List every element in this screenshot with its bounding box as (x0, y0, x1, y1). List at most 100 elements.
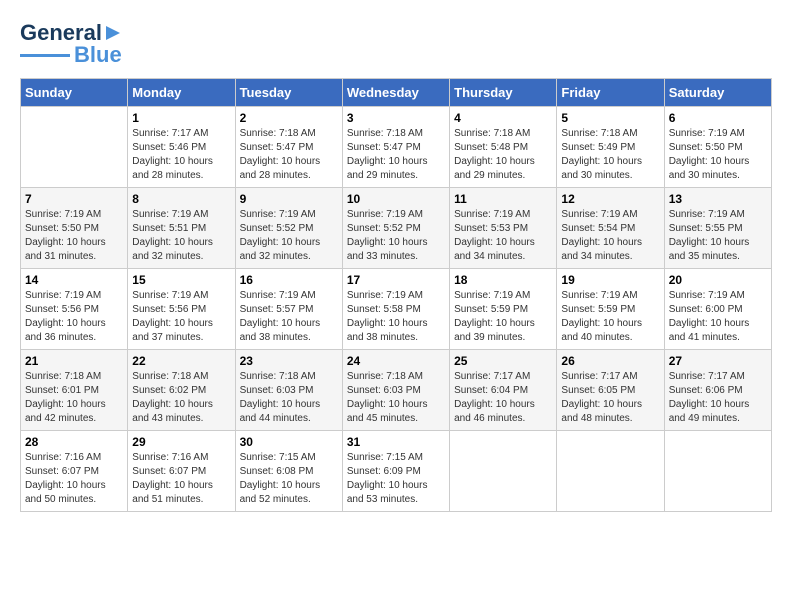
calendar-cell (21, 107, 128, 188)
day-number: 15 (132, 273, 230, 287)
logo: General Blue (20, 20, 122, 68)
day-number: 13 (669, 192, 767, 206)
day-number: 29 (132, 435, 230, 449)
day-info: Sunrise: 7:18 AM Sunset: 5:47 PM Dayligh… (347, 127, 445, 183)
day-number: 6 (669, 111, 767, 125)
day-number: 12 (561, 192, 659, 206)
day-info: Sunrise: 7:19 AM Sunset: 5:59 PM Dayligh… (561, 289, 659, 345)
day-info: Sunrise: 7:17 AM Sunset: 6:05 PM Dayligh… (561, 370, 659, 426)
day-info: Sunrise: 7:18 AM Sunset: 6:02 PM Dayligh… (132, 370, 230, 426)
calendar-table: SundayMondayTuesdayWednesdayThursdayFrid… (20, 78, 772, 512)
calendar-cell: 28 Sunrise: 7:16 AM Sunset: 6:07 PM Dayli… (21, 431, 128, 512)
day-number: 3 (347, 111, 445, 125)
calendar-week-row: 7 Sunrise: 7:19 AM Sunset: 5:50 PM Daylig… (21, 188, 772, 269)
calendar-header-row: SundayMondayTuesdayWednesdayThursdayFrid… (21, 79, 772, 107)
day-info: Sunrise: 7:19 AM Sunset: 6:00 PM Dayligh… (669, 289, 767, 345)
day-number: 17 (347, 273, 445, 287)
day-number: 18 (454, 273, 552, 287)
calendar-cell: 10 Sunrise: 7:19 AM Sunset: 5:52 PM Dayli… (342, 188, 449, 269)
calendar-cell: 17Sunrise: 7:19 AM Sunset: 5:58 PM Dayli… (342, 269, 449, 350)
day-info: Sunrise: 7:18 AM Sunset: 6:03 PM Dayligh… (240, 370, 338, 426)
calendar-cell: 8 Sunrise: 7:19 AM Sunset: 5:51 PM Daylig… (128, 188, 235, 269)
day-info: Sunrise: 7:18 AM Sunset: 6:03 PM Dayligh… (347, 370, 445, 426)
logo-underline (20, 54, 70, 57)
calendar-cell: 12 Sunrise: 7:19 AM Sunset: 5:54 PM Dayli… (557, 188, 664, 269)
day-of-week-header: Saturday (664, 79, 771, 107)
logo-blue: Blue (74, 42, 122, 68)
day-info: Sunrise: 7:17 AM Sunset: 5:46 PM Dayligh… (132, 127, 230, 183)
day-info: Sunrise: 7:18 AM Sunset: 6:01 PM Dayligh… (25, 370, 123, 426)
calendar-cell: 18 Sunrise: 7:19 AM Sunset: 5:59 PM Dayli… (450, 269, 557, 350)
calendar-cell: 3 Sunrise: 7:18 AM Sunset: 5:47 PM Daylig… (342, 107, 449, 188)
calendar-cell (664, 431, 771, 512)
day-info: Sunrise: 7:18 AM Sunset: 5:47 PM Dayligh… (240, 127, 338, 183)
day-number: 10 (347, 192, 445, 206)
day-number: 8 (132, 192, 230, 206)
calendar-cell: 1 Sunrise: 7:17 AM Sunset: 5:46 PM Daylig… (128, 107, 235, 188)
calendar-cell: 30Sunrise: 7:15 AM Sunset: 6:08 PM Dayli… (235, 431, 342, 512)
day-info: Sunrise: 7:19 AM Sunset: 5:56 PM Dayligh… (25, 289, 123, 345)
day-number: 26 (561, 354, 659, 368)
day-of-week-header: Sunday (21, 79, 128, 107)
day-number: 5 (561, 111, 659, 125)
calendar-cell: 29Sunrise: 7:16 AM Sunset: 6:07 PM Dayli… (128, 431, 235, 512)
day-info: Sunrise: 7:19 AM Sunset: 5:55 PM Dayligh… (669, 208, 767, 264)
day-number: 7 (25, 192, 123, 206)
calendar-cell: 21 Sunrise: 7:18 AM Sunset: 6:01 PM Dayli… (21, 350, 128, 431)
calendar-week-row: 28 Sunrise: 7:16 AM Sunset: 6:07 PM Dayli… (21, 431, 772, 512)
day-info: Sunrise: 7:19 AM Sunset: 5:59 PM Dayligh… (454, 289, 552, 345)
day-info: Sunrise: 7:19 AM Sunset: 5:54 PM Dayligh… (561, 208, 659, 264)
calendar-cell: 25Sunrise: 7:17 AM Sunset: 6:04 PM Dayli… (450, 350, 557, 431)
day-info: Sunrise: 7:15 AM Sunset: 6:09 PM Dayligh… (347, 451, 445, 507)
day-info: Sunrise: 7:17 AM Sunset: 6:06 PM Dayligh… (669, 370, 767, 426)
day-of-week-header: Wednesday (342, 79, 449, 107)
calendar-cell: 20 Sunrise: 7:19 AM Sunset: 6:00 PM Dayli… (664, 269, 771, 350)
day-number: 9 (240, 192, 338, 206)
day-number: 11 (454, 192, 552, 206)
day-number: 28 (25, 435, 123, 449)
day-info: Sunrise: 7:16 AM Sunset: 6:07 PM Dayligh… (25, 451, 123, 507)
day-number: 21 (25, 354, 123, 368)
day-info: Sunrise: 7:19 AM Sunset: 5:50 PM Dayligh… (669, 127, 767, 183)
day-info: Sunrise: 7:17 AM Sunset: 6:04 PM Dayligh… (454, 370, 552, 426)
page-header: General Blue (20, 20, 772, 68)
day-number: 19 (561, 273, 659, 287)
day-number: 23 (240, 354, 338, 368)
day-info: Sunrise: 7:19 AM Sunset: 5:51 PM Dayligh… (132, 208, 230, 264)
calendar-cell: 6 Sunrise: 7:19 AM Sunset: 5:50 PM Daylig… (664, 107, 771, 188)
calendar-cell: 9 Sunrise: 7:19 AM Sunset: 5:52 PM Daylig… (235, 188, 342, 269)
day-of-week-header: Thursday (450, 79, 557, 107)
day-number: 2 (240, 111, 338, 125)
calendar-cell: 4 Sunrise: 7:18 AM Sunset: 5:48 PM Daylig… (450, 107, 557, 188)
calendar-cell: 15Sunrise: 7:19 AM Sunset: 5:56 PM Dayli… (128, 269, 235, 350)
day-number: 24 (347, 354, 445, 368)
day-number: 4 (454, 111, 552, 125)
day-info: Sunrise: 7:19 AM Sunset: 5:52 PM Dayligh… (347, 208, 445, 264)
calendar-cell: 23 Sunrise: 7:18 AM Sunset: 6:03 PM Dayli… (235, 350, 342, 431)
day-of-week-header: Friday (557, 79, 664, 107)
calendar-week-row: 21 Sunrise: 7:18 AM Sunset: 6:01 PM Dayli… (21, 350, 772, 431)
day-number: 22 (132, 354, 230, 368)
day-info: Sunrise: 7:19 AM Sunset: 5:52 PM Dayligh… (240, 208, 338, 264)
day-number: 14 (25, 273, 123, 287)
day-number: 1 (132, 111, 230, 125)
calendar-cell: 16Sunrise: 7:19 AM Sunset: 5:57 PM Dayli… (235, 269, 342, 350)
day-number: 20 (669, 273, 767, 287)
day-of-week-header: Monday (128, 79, 235, 107)
calendar-cell: 24 Sunrise: 7:18 AM Sunset: 6:03 PM Dayli… (342, 350, 449, 431)
day-of-week-header: Tuesday (235, 79, 342, 107)
day-number: 30 (240, 435, 338, 449)
calendar-cell: 14 Sunrise: 7:19 AM Sunset: 5:56 PM Dayli… (21, 269, 128, 350)
logo-arrow-icon (104, 24, 122, 42)
day-info: Sunrise: 7:19 AM Sunset: 5:53 PM Dayligh… (454, 208, 552, 264)
calendar-cell: 5Sunrise: 7:18 AM Sunset: 5:49 PM Daylig… (557, 107, 664, 188)
day-info: Sunrise: 7:19 AM Sunset: 5:50 PM Dayligh… (25, 208, 123, 264)
calendar-cell: 2 Sunrise: 7:18 AM Sunset: 5:47 PM Daylig… (235, 107, 342, 188)
day-info: Sunrise: 7:18 AM Sunset: 5:48 PM Dayligh… (454, 127, 552, 183)
calendar-cell: 31 Sunrise: 7:15 AM Sunset: 6:09 PM Dayli… (342, 431, 449, 512)
calendar-week-row: 1 Sunrise: 7:17 AM Sunset: 5:46 PM Daylig… (21, 107, 772, 188)
calendar-cell: 7 Sunrise: 7:19 AM Sunset: 5:50 PM Daylig… (21, 188, 128, 269)
day-number: 31 (347, 435, 445, 449)
day-info: Sunrise: 7:19 AM Sunset: 5:57 PM Dayligh… (240, 289, 338, 345)
calendar-cell (450, 431, 557, 512)
